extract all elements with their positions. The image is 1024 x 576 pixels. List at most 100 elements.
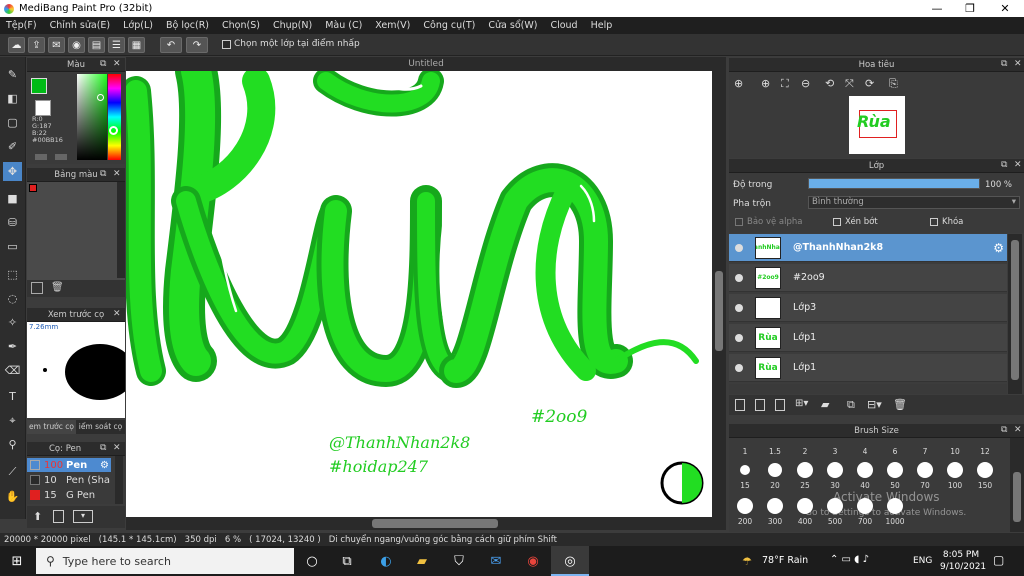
file-explorer-icon[interactable]: ▰: [413, 552, 431, 570]
operation-tool-icon[interactable]: ⌖: [3, 411, 22, 430]
brush-size-preset[interactable]: 150: [970, 462, 1000, 490]
chrome-icon[interactable]: ◉: [524, 552, 542, 570]
layer-menu-icon[interactable]: ⊞▾: [795, 398, 808, 409]
close-icon[interactable]: ✕: [113, 169, 121, 179]
redo-icon[interactable]: ↷: [186, 37, 208, 53]
page-icon[interactable]: ▤: [88, 37, 105, 53]
close-icon[interactable]: ✕: [1014, 160, 1022, 170]
new-halftone-layer-icon[interactable]: [755, 399, 765, 411]
chat-icon[interactable]: ◉: [68, 37, 85, 53]
select-layer-checkbox[interactable]: [222, 40, 231, 49]
magic-wand-icon[interactable]: ✧: [3, 313, 22, 332]
maximize-button[interactable]: ❐: [953, 0, 987, 17]
brush-size-scrollbar[interactable]: [1010, 438, 1024, 532]
grid-icon[interactable]: ▦: [128, 37, 145, 53]
brush-size-preset[interactable]: 40: [850, 462, 880, 490]
canvas-hscrollbar[interactable]: [126, 517, 726, 530]
brush-item[interactable]: 15 G Pen: [27, 488, 111, 502]
close-icon[interactable]: ✕: [113, 309, 121, 319]
close-icon[interactable]: ✕: [1014, 59, 1022, 69]
language-indicator[interactable]: ENG: [913, 556, 932, 566]
lasso-icon[interactable]: ◌: [3, 289, 22, 308]
folder-icon[interactable]: ▰: [821, 398, 829, 411]
clock[interactable]: 8:05 PM 9/10/2021: [940, 549, 986, 573]
taskbar-search[interactable]: ⚲ Type here to search: [36, 548, 294, 574]
eraser-tool-icon[interactable]: ◧: [3, 89, 22, 108]
delete-palette-icon[interactable]: 🗑: [51, 282, 64, 293]
fill-rect-tool-icon[interactable]: ■: [3, 189, 22, 208]
rotate-left-icon[interactable]: ⟲: [825, 77, 834, 90]
reset-view-icon[interactable]: ⎘: [889, 77, 898, 91]
select-pen-icon[interactable]: ✒: [3, 337, 22, 356]
fit-icon[interactable]: ⛶: [781, 77, 789, 91]
undo-icon[interactable]: ↶: [160, 37, 182, 53]
minimize-button[interactable]: —: [920, 0, 954, 17]
undock-icon[interactable]: ⧉: [1001, 59, 1007, 69]
close-icon[interactable]: ✕: [113, 59, 121, 69]
brush-size-preset[interactable]: 12: [970, 447, 1000, 456]
tab-brush-control[interactable]: iểm soát cọ: [76, 420, 125, 434]
new-layer-icon[interactable]: [735, 399, 745, 411]
brush-size-preset[interactable]: 20: [760, 462, 790, 490]
delete-layer-icon[interactable]: 🗑: [893, 398, 907, 411]
lock-checkbox[interactable]: [930, 218, 938, 226]
zoom-out-icon[interactable]: ⊖: [801, 77, 810, 90]
medibang-taskbar-item[interactable]: ◎: [551, 546, 589, 576]
menu-cloud[interactable]: Cloud: [550, 20, 577, 31]
brush-list-scrollbar[interactable]: [115, 456, 123, 504]
settings-icon[interactable]: ⚙: [993, 241, 1004, 255]
divide-tool-icon[interactable]: ⟋: [3, 462, 22, 481]
opacity-slider[interactable]: [808, 178, 980, 189]
menu-file[interactable]: Tệp(F): [6, 20, 37, 31]
brush-size-preset[interactable]: 3: [820, 447, 850, 456]
swap-color-button[interactable]: [35, 154, 47, 160]
brush-size-preset[interactable]: 1: [730, 447, 760, 456]
brush-size-preset[interactable]: 200: [730, 498, 760, 526]
brush-size-preset[interactable]: 7: [910, 447, 940, 456]
canvas-vscrollbar[interactable]: [712, 71, 726, 517]
layer-row[interactable]: Rùa Lớp1: [729, 324, 1007, 352]
palette-swatch[interactable]: [29, 184, 37, 192]
brush-add-icon[interactable]: ⬆: [33, 510, 42, 523]
select-rect-icon[interactable]: ⬚: [3, 265, 22, 284]
layer-row[interactable]: @ThanhNhan2k8 @ThanhNhan2k8 ⚙: [729, 234, 1007, 262]
edge-icon[interactable]: ◐: [377, 552, 395, 570]
hand-tool-icon[interactable]: ✋: [3, 487, 22, 506]
gradient-tool-icon[interactable]: ▭: [3, 237, 22, 256]
zoom-in-icon[interactable]: ⊕: [734, 77, 743, 90]
close-button[interactable]: ✕: [988, 0, 1022, 17]
palette-scrollbar[interactable]: [117, 182, 125, 278]
menu-window[interactable]: Cửa sổ(W): [488, 20, 537, 31]
undock-icon[interactable]: ⧉: [1001, 425, 1007, 435]
brush-tool-icon[interactable]: ✎: [3, 65, 22, 84]
menu-tools[interactable]: Công cụ(T): [423, 20, 475, 31]
rect-tool-icon[interactable]: ▢: [3, 113, 22, 132]
undock-icon[interactable]: ⧉: [100, 169, 106, 179]
comment-icon[interactable]: ✉: [48, 37, 65, 53]
zoom-icon[interactable]: ⊕: [761, 77, 770, 90]
menu-snap[interactable]: Chụp(N): [273, 20, 312, 31]
brush-size-preset[interactable]: 30: [820, 462, 850, 490]
cloud-icon[interactable]: ☁: [8, 37, 25, 53]
menu-edit[interactable]: Chỉnh sửa(E): [50, 20, 111, 31]
menu-select[interactable]: Chọn(S): [222, 20, 260, 31]
brush-size-preset[interactable]: 70: [910, 462, 940, 490]
tab-brush-preview[interactable]: em trước cọ: [27, 420, 76, 434]
menu-color[interactable]: Màu (C): [325, 20, 362, 31]
brush-size-preset[interactable]: 10: [940, 447, 970, 456]
brush-size-preset[interactable]: 50: [880, 462, 910, 490]
layer-scrollbar[interactable]: [1008, 234, 1022, 394]
undock-icon[interactable]: ⧉: [100, 443, 106, 453]
layer-row[interactable]: Rùa Lớp1: [729, 354, 1007, 382]
layer-row[interactable]: #2oo9 #2oo9: [729, 264, 1007, 292]
brush-size-preset[interactable]: 15: [730, 462, 760, 490]
text-tool-icon[interactable]: T: [3, 387, 22, 406]
brush-item[interactable]: 10 Pen (Sha: [27, 473, 111, 487]
new-1bit-layer-icon[interactable]: [775, 399, 785, 411]
brush-item[interactable]: 100 Pen ⚙: [27, 458, 111, 472]
clip-checkbox[interactable]: [833, 218, 841, 226]
mail-icon[interactable]: ✉: [487, 552, 505, 570]
blend-select[interactable]: Bình thường ▾: [808, 196, 1020, 209]
duplicate-layer-icon[interactable]: ⧉: [847, 398, 855, 412]
cortana-icon[interactable]: ○: [303, 552, 321, 570]
